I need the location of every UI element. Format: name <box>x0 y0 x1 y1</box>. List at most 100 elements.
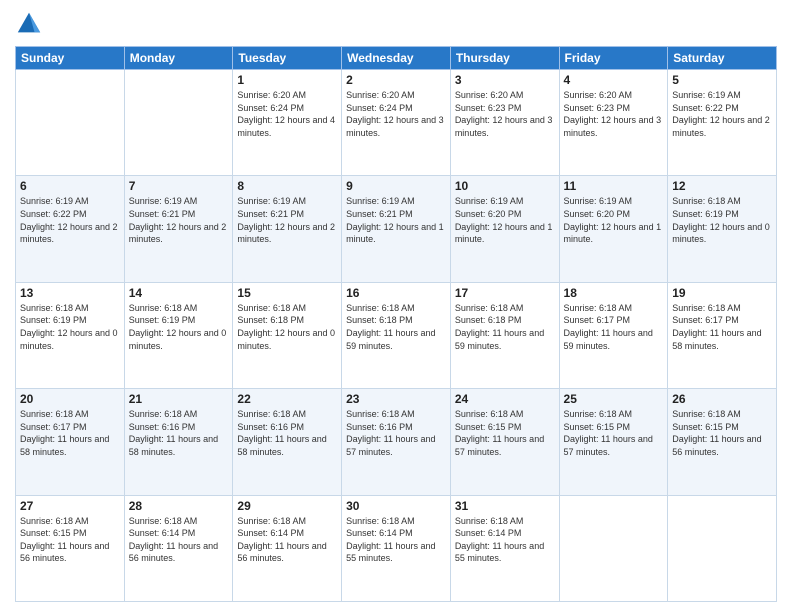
day-info: Sunrise: 6:19 AM Sunset: 6:21 PM Dayligh… <box>237 195 337 245</box>
day-info: Sunrise: 6:18 AM Sunset: 6:15 PM Dayligh… <box>672 408 772 458</box>
day-info: Sunrise: 6:20 AM Sunset: 6:24 PM Dayligh… <box>237 89 337 139</box>
day-number: 13 <box>20 286 120 300</box>
day-of-week-thursday: Thursday <box>450 47 559 70</box>
calendar-cell: 5 Sunrise: 6:19 AM Sunset: 6:22 PM Daylig… <box>668 70 777 176</box>
page: SundayMondayTuesdayWednesdayThursdayFrid… <box>0 0 792 612</box>
day-number: 22 <box>237 392 337 406</box>
day-info: Sunrise: 6:19 AM Sunset: 6:20 PM Dayligh… <box>564 195 664 245</box>
calendar-cell: 16Sunrise: 6:18 AM Sunset: 6:18 PM Dayli… <box>342 282 451 388</box>
calendar-cell: 22 Sunrise: 6:18 AM Sunset: 6:16 PM Dayli… <box>233 389 342 495</box>
day-number: 1 <box>237 73 337 87</box>
day-info: Sunrise: 6:19 AM Sunset: 6:21 PM Dayligh… <box>129 195 229 245</box>
calendar-cell: 12 Sunrise: 6:18 AM Sunset: 6:19 PM Dayli… <box>668 176 777 282</box>
day-info: Sunrise: 6:18 AM Sunset: 6:14 PM Dayligh… <box>455 515 555 565</box>
day-number: 4 <box>564 73 664 87</box>
day-number: 11 <box>564 179 664 193</box>
calendar-cell <box>559 495 668 601</box>
day-number: 29 <box>237 499 337 513</box>
calendar-cell: 31 Sunrise: 6:18 AM Sunset: 6:14 PM Dayli… <box>450 495 559 601</box>
calendar-cell: 10 Sunrise: 6:19 AM Sunset: 6:20 PM Dayli… <box>450 176 559 282</box>
day-info: Sunrise: 6:18 AM Sunset: 6:18 PM Dayligh… <box>455 302 555 352</box>
day-number: 8 <box>237 179 337 193</box>
day-number: 30 <box>346 499 446 513</box>
day-info: Sunrise: 6:20 AM Sunset: 6:23 PM Dayligh… <box>564 89 664 139</box>
day-number: 25 <box>564 392 664 406</box>
calendar-cell <box>16 70 125 176</box>
calendar-cell: 2 Sunrise: 6:20 AM Sunset: 6:24 PM Daylig… <box>342 70 451 176</box>
week-row-1: 1 Sunrise: 6:20 AM Sunset: 6:24 PM Daylig… <box>16 70 777 176</box>
day-info: Sunrise: 6:20 AM Sunset: 6:24 PM Dayligh… <box>346 89 446 139</box>
day-info: Sunrise: 6:18 AM Sunset: 6:19 PM Dayligh… <box>129 302 229 352</box>
day-info: Sunrise: 6:18 AM Sunset: 6:17 PM Dayligh… <box>20 408 120 458</box>
day-info: Sunrise: 6:19 AM Sunset: 6:21 PM Dayligh… <box>346 195 446 245</box>
calendar-cell: 29 Sunrise: 6:18 AM Sunset: 6:14 PM Dayli… <box>233 495 342 601</box>
day-info: Sunrise: 6:18 AM Sunset: 6:14 PM Dayligh… <box>129 515 229 565</box>
day-number: 18 <box>564 286 664 300</box>
calendar-cell: 4 Sunrise: 6:20 AM Sunset: 6:23 PM Daylig… <box>559 70 668 176</box>
day-info: Sunrise: 6:18 AM Sunset: 6:17 PM Dayligh… <box>672 302 772 352</box>
day-of-week-wednesday: Wednesday <box>342 47 451 70</box>
calendar-cell: 13 Sunrise: 6:18 AM Sunset: 6:19 PM Dayli… <box>16 282 125 388</box>
calendar-cell: 15 Sunrise: 6:18 AM Sunset: 6:18 PM Dayli… <box>233 282 342 388</box>
day-number: 15 <box>237 286 337 300</box>
day-number: 27 <box>20 499 120 513</box>
calendar-cell: 11 Sunrise: 6:19 AM Sunset: 6:20 PM Dayli… <box>559 176 668 282</box>
calendar-cell: 25 Sunrise: 6:18 AM Sunset: 6:15 PM Dayli… <box>559 389 668 495</box>
day-number: 7 <box>129 179 229 193</box>
day-number: 26 <box>672 392 772 406</box>
day-number: 9 <box>346 179 446 193</box>
day-info: Sunrise: 6:18 AM Sunset: 6:18 PM Dayligh… <box>346 302 446 352</box>
calendar-cell: 8 Sunrise: 6:19 AM Sunset: 6:21 PM Daylig… <box>233 176 342 282</box>
day-info: Sunrise: 6:18 AM Sunset: 6:14 PM Dayligh… <box>346 515 446 565</box>
calendar-cell: 19 Sunrise: 6:18 AM Sunset: 6:17 PM Dayli… <box>668 282 777 388</box>
calendar-cell: 17 Sunrise: 6:18 AM Sunset: 6:18 PM Dayli… <box>450 282 559 388</box>
day-number: 2 <box>346 73 446 87</box>
header <box>15 10 777 38</box>
day-number: 6 <box>20 179 120 193</box>
day-number: 17 <box>455 286 555 300</box>
calendar-cell: 9 Sunrise: 6:19 AM Sunset: 6:21 PM Daylig… <box>342 176 451 282</box>
day-number: 20 <box>20 392 120 406</box>
calendar-cell: 28Sunrise: 6:18 AM Sunset: 6:14 PM Dayli… <box>124 495 233 601</box>
day-of-week-saturday: Saturday <box>668 47 777 70</box>
day-number: 31 <box>455 499 555 513</box>
day-info: Sunrise: 6:18 AM Sunset: 6:16 PM Dayligh… <box>237 408 337 458</box>
calendar-cell: 7 Sunrise: 6:19 AM Sunset: 6:21 PM Daylig… <box>124 176 233 282</box>
day-info: Sunrise: 6:18 AM Sunset: 6:18 PM Dayligh… <box>237 302 337 352</box>
calendar-cell: 3 Sunrise: 6:20 AM Sunset: 6:23 PM Daylig… <box>450 70 559 176</box>
day-number: 21 <box>129 392 229 406</box>
day-info: Sunrise: 6:18 AM Sunset: 6:14 PM Dayligh… <box>237 515 337 565</box>
calendar-cell <box>124 70 233 176</box>
day-of-week-monday: Monday <box>124 47 233 70</box>
calendar-cell: 23 Sunrise: 6:18 AM Sunset: 6:16 PM Dayli… <box>342 389 451 495</box>
calendar-cell: 26 Sunrise: 6:18 AM Sunset: 6:15 PM Dayli… <box>668 389 777 495</box>
day-number: 23 <box>346 392 446 406</box>
calendar-table: SundayMondayTuesdayWednesdayThursdayFrid… <box>15 46 777 602</box>
logo-icon <box>15 10 43 38</box>
day-info: Sunrise: 6:18 AM Sunset: 6:16 PM Dayligh… <box>346 408 446 458</box>
day-info: Sunrise: 6:19 AM Sunset: 6:22 PM Dayligh… <box>20 195 120 245</box>
calendar-cell: 30 Sunrise: 6:18 AM Sunset: 6:14 PM Dayli… <box>342 495 451 601</box>
day-number: 19 <box>672 286 772 300</box>
day-number: 24 <box>455 392 555 406</box>
calendar-cell: 24 Sunrise: 6:18 AM Sunset: 6:15 PM Dayli… <box>450 389 559 495</box>
day-of-week-sunday: Sunday <box>16 47 125 70</box>
day-info: Sunrise: 6:18 AM Sunset: 6:17 PM Dayligh… <box>564 302 664 352</box>
calendar-cell: 18 Sunrise: 6:18 AM Sunset: 6:17 PM Dayli… <box>559 282 668 388</box>
day-number: 3 <box>455 73 555 87</box>
day-number: 10 <box>455 179 555 193</box>
day-number: 5 <box>672 73 772 87</box>
day-info: Sunrise: 6:18 AM Sunset: 6:15 PM Dayligh… <box>455 408 555 458</box>
day-number: 12 <box>672 179 772 193</box>
day-info: Sunrise: 6:19 AM Sunset: 6:20 PM Dayligh… <box>455 195 555 245</box>
day-info: Sunrise: 6:18 AM Sunset: 6:15 PM Dayligh… <box>564 408 664 458</box>
logo <box>15 10 47 38</box>
day-info: Sunrise: 6:19 AM Sunset: 6:22 PM Dayligh… <box>672 89 772 139</box>
day-of-week-friday: Friday <box>559 47 668 70</box>
day-info: Sunrise: 6:20 AM Sunset: 6:23 PM Dayligh… <box>455 89 555 139</box>
calendar-cell <box>668 495 777 601</box>
day-info: Sunrise: 6:18 AM Sunset: 6:16 PM Dayligh… <box>129 408 229 458</box>
week-row-4: 20 Sunrise: 6:18 AM Sunset: 6:17 PM Dayli… <box>16 389 777 495</box>
day-info: Sunrise: 6:18 AM Sunset: 6:19 PM Dayligh… <box>672 195 772 245</box>
day-info: Sunrise: 6:18 AM Sunset: 6:19 PM Dayligh… <box>20 302 120 352</box>
